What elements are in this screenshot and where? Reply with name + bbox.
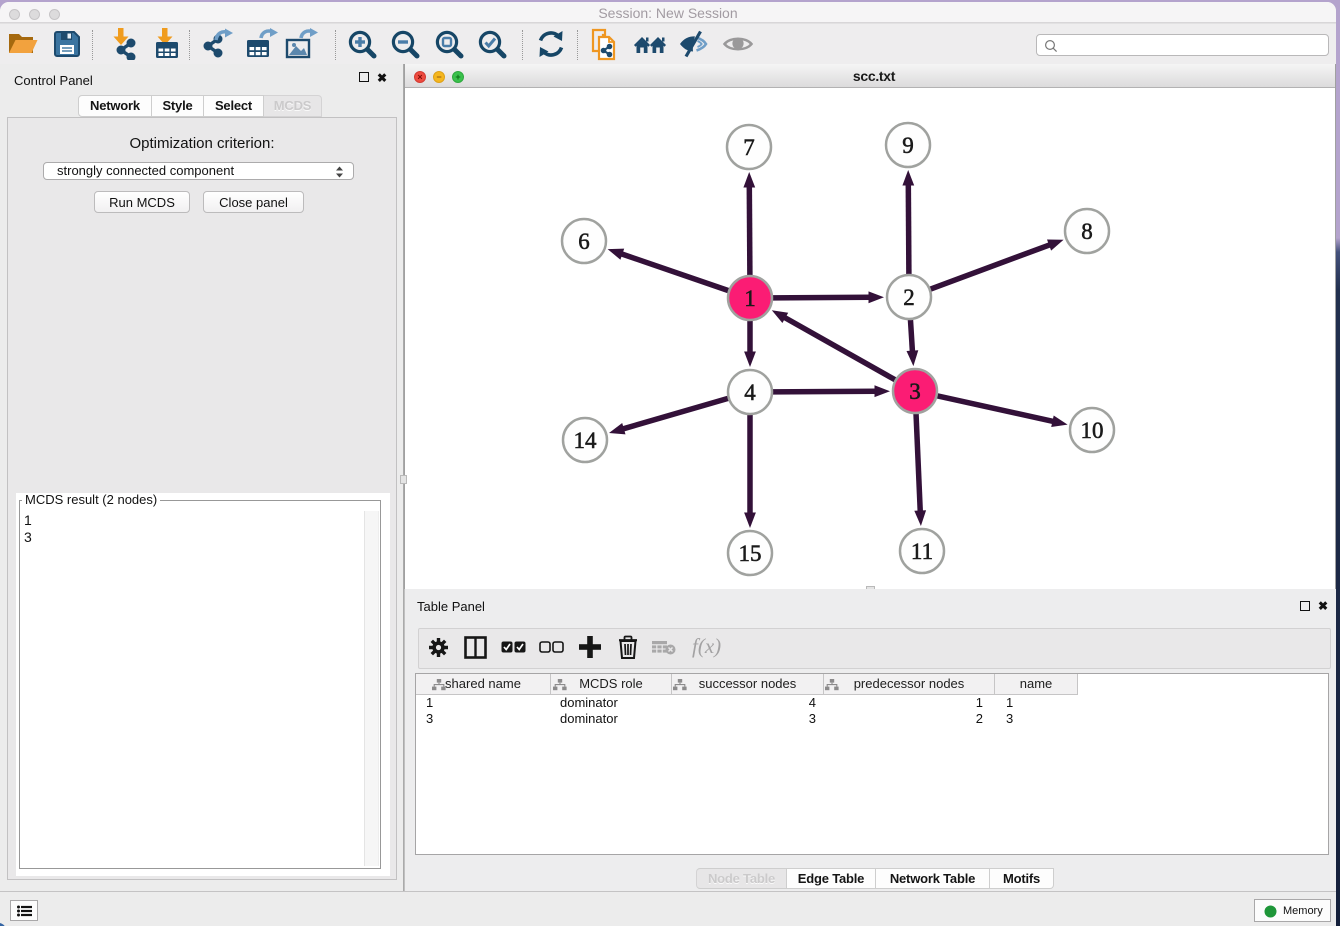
svg-text:6: 6 — [578, 229, 590, 254]
svg-text:8: 8 — [1081, 219, 1093, 244]
svg-text:14: 14 — [574, 428, 598, 453]
svg-text:3: 3 — [909, 379, 921, 404]
svg-text:7: 7 — [743, 135, 755, 160]
svg-text:1: 1 — [744, 286, 756, 311]
svg-text:9: 9 — [902, 133, 914, 158]
svg-text:2: 2 — [903, 285, 915, 310]
svg-text:11: 11 — [911, 539, 933, 564]
svg-text:15: 15 — [739, 541, 762, 566]
svg-text:4: 4 — [744, 380, 756, 405]
svg-text:10: 10 — [1081, 418, 1104, 443]
